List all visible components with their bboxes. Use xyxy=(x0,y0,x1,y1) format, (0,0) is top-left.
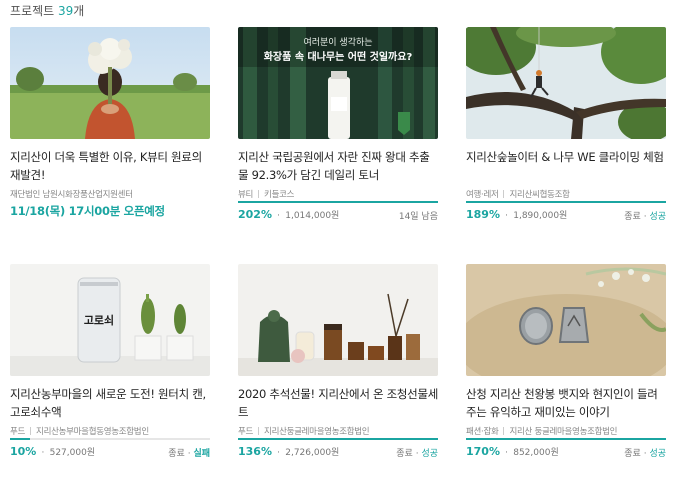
meta-divider xyxy=(258,190,260,198)
project-category: 여행·레저 xyxy=(466,190,499,200)
project-card[interactable]: 2020 추석선물! 지리산에서 온 조청선물세트 푸드 지리산둥글레마을영농조합… xyxy=(238,264,438,459)
image-caption-line2: 화장품 속 대나무는 어떤 것일까요? xyxy=(264,50,413,63)
project-title[interactable]: 지리산숲놀이터 & 나무 WE 클라이밍 체험 xyxy=(466,148,666,184)
project-count-label: 프로젝트 xyxy=(10,4,55,18)
can-label-text: 고로쇠 xyxy=(84,313,114,327)
project-maker: 키들코스 xyxy=(264,190,295,200)
sap-can-image: 고로쇠 xyxy=(10,264,210,376)
funding-stats: 10% · 527,000원 종료 · 실패 xyxy=(10,445,210,459)
project-count-number: 39 xyxy=(58,4,74,18)
project-thumbnail[interactable]: 여러분이 생각하는 화장품 속 대나무는 어떤 것일까요? xyxy=(238,27,438,139)
project-card[interactable]: 지리산이 더욱 특별한 이유, K뷰티 원료의 재발견! 재단법인 남원시화장품… xyxy=(10,27,210,218)
funding-progress-bar xyxy=(238,201,438,203)
funding-stats: 170% · 852,000원 종료 · 성공 xyxy=(466,445,666,459)
status-ended: 종료 xyxy=(624,449,641,459)
funding-amount: 1,014,000원 xyxy=(285,211,340,221)
project-thumbnail[interactable] xyxy=(466,27,666,139)
status-result: 성공 xyxy=(421,449,438,459)
project-maker: 지리산씨협동조합 xyxy=(509,190,570,200)
tree-climbing-image xyxy=(466,27,666,139)
project-thumbnail[interactable]: 고로쇠 xyxy=(10,264,210,376)
funding-progress-bar xyxy=(466,438,666,440)
project-card[interactable]: 여러분이 생각하는 화장품 속 대나무는 어떤 것일까요? 지리산 국립공원에서… xyxy=(238,27,438,222)
project-meta: 여행·레저 지리산씨협동조합 xyxy=(466,188,666,200)
project-maker: 지리산농부마을협동영농조합법인 xyxy=(36,427,149,437)
funding-amount-prefix: · xyxy=(505,211,509,221)
funding-progress-bar xyxy=(10,438,210,440)
status-ended: 종료 xyxy=(396,449,413,459)
project-maker: 재단법인 남원시화장품산업지원센터 xyxy=(10,190,133,200)
project-count-header: 프로젝트 39개 xyxy=(10,2,84,19)
open-schedule-notice: 11/18(목) 17시00분 오픈예정 xyxy=(10,204,165,218)
image-caption-line1: 여러분이 생각하는 xyxy=(303,36,372,48)
project-card[interactable]: 산청 지리산 천왕봉 뱃지와 현지인이 들려주는 유익하고 재미있는 이야기 패… xyxy=(466,264,666,459)
days-remaining: 14일 남음 xyxy=(398,212,438,222)
funding-status: 종료 · 성공 xyxy=(624,449,666,459)
funding-progress-bar xyxy=(466,201,666,203)
project-meta: 뷰티 키들코스 xyxy=(238,188,438,200)
status-ended: 종료 xyxy=(168,449,185,459)
funding-progress-fill xyxy=(466,201,666,203)
flower-field-image xyxy=(10,27,210,139)
meta-divider xyxy=(503,427,505,435)
funding-amount: 2,726,000원 xyxy=(285,448,340,458)
project-title[interactable]: 지리산이 더욱 특별한 이유, K뷰티 원료의 재발견! xyxy=(10,148,210,184)
funding-amount-prefix: · xyxy=(505,448,509,458)
funding-amount: 1,890,000원 xyxy=(513,211,568,221)
funding-percent: 189% xyxy=(466,208,500,221)
gift-set-image xyxy=(238,264,438,376)
status-result: 실패 xyxy=(193,449,210,459)
project-card[interactable]: 고로쇠 지리산농부마을의 새로운 도전! 원터치 캔, 고로쇠수액 푸드 지리산농… xyxy=(10,264,210,459)
funding-stats: 189% · 1,890,000원 종료 · 성공 xyxy=(466,208,666,222)
funding-progress-fill xyxy=(238,201,438,203)
funding-amount: 852,000원 xyxy=(513,448,559,458)
project-maker: 지리산둥글레마을영농조합법인 xyxy=(264,427,370,437)
meta-divider xyxy=(30,427,32,435)
funding-amount-prefix: · xyxy=(41,448,45,458)
project-category: 패션·잡화 xyxy=(466,427,499,437)
funding-progress-bar xyxy=(238,438,438,440)
funding-amount: 527,000원 xyxy=(49,448,96,458)
project-meta: 재단법인 남원시화장품산업지원센터 xyxy=(10,188,210,200)
project-thumbnail[interactable] xyxy=(466,264,666,376)
project-category: 푸드 xyxy=(238,427,254,437)
funding-amount-prefix: · xyxy=(277,448,281,458)
project-meta: 패션·잡화 지리산 둥글레마을영농조합법인 xyxy=(466,425,666,437)
funding-status: 종료 · 실패 xyxy=(168,449,210,459)
meta-divider xyxy=(503,190,505,198)
funding-progress-fill xyxy=(466,438,666,440)
project-title[interactable]: 지리산 국립공원에서 자란 진짜 왕대 추출물 92.3%가 담긴 데일리 토너 xyxy=(238,148,438,184)
meta-divider xyxy=(258,427,260,435)
project-count-suffix: 개 xyxy=(73,4,85,18)
project-thumbnail[interactable] xyxy=(238,264,438,376)
project-title[interactable]: 지리산농부마을의 새로운 도전! 원터치 캔, 고로쇠수액 xyxy=(10,385,210,421)
project-meta: 푸드 지리산둥글레마을영농조합법인 xyxy=(238,425,438,437)
project-title[interactable]: 산청 지리산 천왕봉 뱃지와 현지인이 들려주는 유익하고 재미있는 이야기 xyxy=(466,385,666,421)
funding-stats: 202% · 1,014,000원 14일 남음 xyxy=(238,208,438,222)
funding-percent: 136% xyxy=(238,445,272,458)
funding-percent: 170% xyxy=(466,445,500,458)
bamboo-toner-image: 여러분이 생각하는 화장품 속 대나무는 어떤 것일까요? xyxy=(238,27,438,139)
funding-status: 종료 · 성공 xyxy=(624,212,666,222)
status-result: 성공 xyxy=(649,449,666,459)
status-result: 성공 xyxy=(649,212,666,222)
project-title[interactable]: 2020 추석선물! 지리산에서 온 조청선물세트 xyxy=(238,385,438,421)
project-maker: 지리산 둥글레마을영농조합법인 xyxy=(509,427,618,437)
project-card[interactable]: 지리산숲놀이터 & 나무 WE 클라이밍 체험 여행·레저 지리산씨협동조합 18… xyxy=(466,27,666,222)
funding-progress-fill xyxy=(238,438,438,440)
status-ended: 종료 xyxy=(624,212,641,222)
funding-status: 종료 · 성공 xyxy=(396,449,438,459)
funding-progress-fill xyxy=(10,438,30,440)
project-category: 푸드 xyxy=(10,427,26,437)
project-category: 뷰티 xyxy=(238,190,254,200)
funding-percent: 10% xyxy=(10,445,37,458)
project-meta: 푸드 지리산농부마을협동영농조합법인 xyxy=(10,425,210,437)
badge-pins-image xyxy=(466,264,666,376)
project-thumbnail[interactable] xyxy=(10,27,210,139)
funding-stats: 136% · 2,726,000원 종료 · 성공 xyxy=(238,445,438,459)
funding-percent: 202% xyxy=(238,208,272,221)
funding-amount-prefix: · xyxy=(277,211,281,221)
